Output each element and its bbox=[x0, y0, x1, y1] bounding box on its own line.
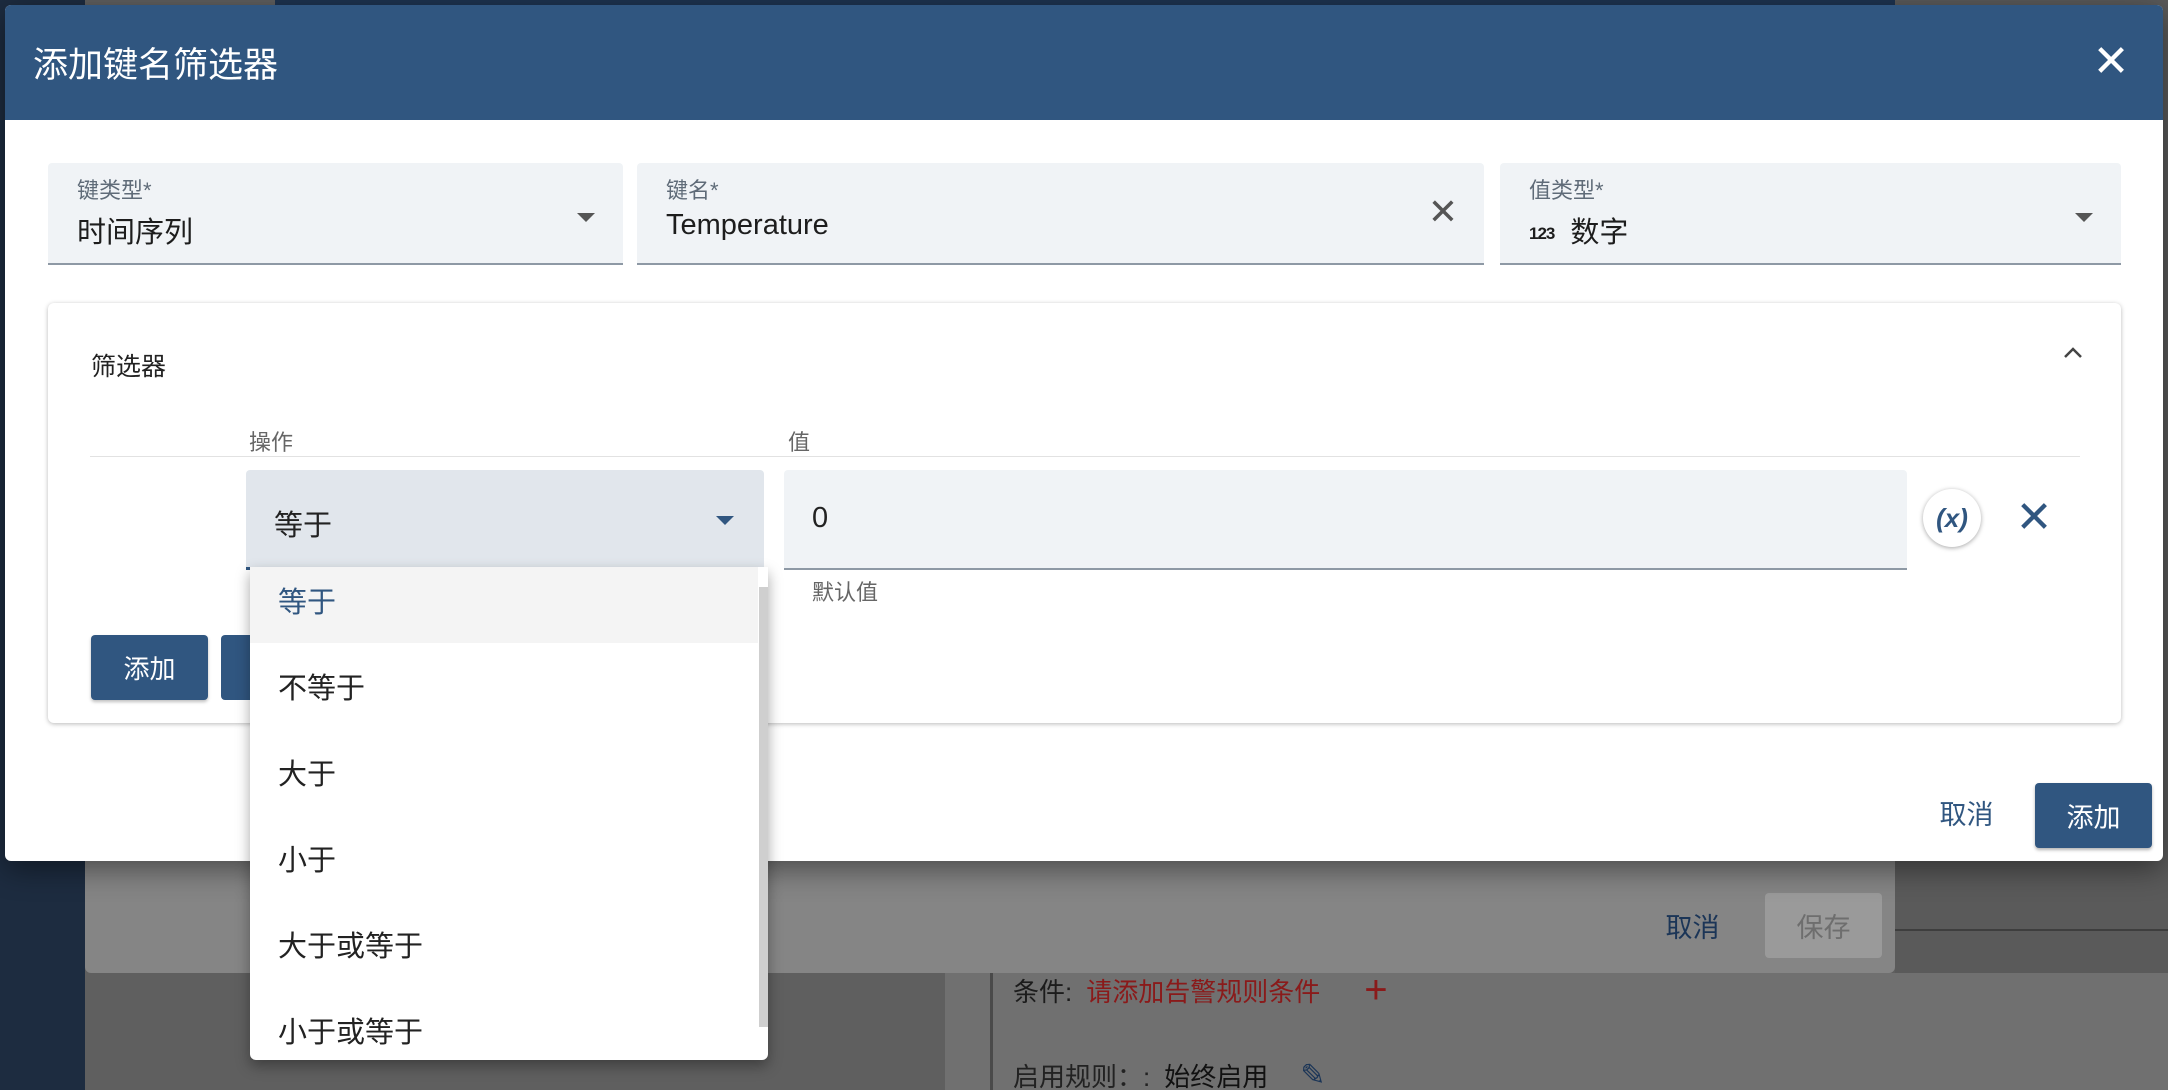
key-name-field[interactable]: 键名* Temperature ✕ bbox=[637, 163, 1484, 265]
edit-icon[interactable]: ✎ bbox=[1300, 1058, 1325, 1090]
close-icon[interactable]: ✕ bbox=[2087, 37, 2135, 86]
divider bbox=[90, 456, 2080, 457]
enable-rule-label: 启用规则：: bbox=[1013, 1061, 1151, 1090]
underlying-save-button[interactable]: 保存 bbox=[1765, 893, 1882, 958]
dialog-header: 添加键名筛选器 ✕ bbox=[5, 5, 2163, 120]
menu-option-not-equal[interactable]: 不等于 bbox=[250, 643, 758, 729]
filters-title: 筛选器 bbox=[91, 353, 167, 381]
condition-error-text[interactable]: 请添加告警规则条件 bbox=[1086, 972, 1320, 1009]
value-type-select[interactable]: 值类型* 123 数字 bbox=[1500, 163, 2121, 265]
divider bbox=[1895, 929, 2168, 931]
chevron-up-icon[interactable] bbox=[2061, 341, 2085, 365]
menu-scrollbar[interactable] bbox=[759, 587, 768, 1027]
menu-option-equal[interactable]: 等于 bbox=[250, 567, 758, 643]
value-type-value: 123 数字 bbox=[1529, 209, 1628, 251]
value-column-header: 值 bbox=[788, 430, 811, 455]
condition-label: 条件: bbox=[1013, 976, 1073, 1007]
enable-rule-row: 启用规则：: 始终启用 ✎ bbox=[1013, 1055, 1325, 1090]
key-name-value: Temperature bbox=[666, 209, 829, 241]
key-name-label: 键名* bbox=[666, 178, 719, 203]
add-button[interactable]: 添加 bbox=[2035, 783, 2152, 848]
default-value-hint: 默认值 bbox=[812, 580, 879, 605]
condition-row: 条件: 请添加告警规则条件 + bbox=[1013, 970, 1388, 1010]
clear-icon[interactable]: ✕ bbox=[1428, 191, 1458, 233]
operation-value: 等于 bbox=[274, 510, 333, 542]
operation-column-header: 操作 bbox=[249, 430, 294, 455]
chevron-down-icon bbox=[577, 213, 595, 222]
key-type-label: 键类型* bbox=[77, 178, 152, 203]
divider bbox=[990, 973, 993, 1090]
key-type-value: 时间序列 bbox=[77, 217, 194, 249]
menu-option-greater-or-equal[interactable]: 大于或等于 bbox=[250, 901, 758, 987]
dynamic-value-button[interactable]: (x) bbox=[1923, 489, 1981, 547]
menu-option-greater[interactable]: 大于 bbox=[250, 729, 758, 815]
operation-select[interactable]: 等于 bbox=[246, 470, 764, 570]
dialog-title: 添加键名筛选器 bbox=[33, 46, 279, 85]
chevron-down-icon bbox=[2075, 213, 2093, 222]
add-filter-button[interactable]: 添加 bbox=[91, 635, 208, 700]
operation-dropdown-menu: 等于 不等于 大于 小于 大于或等于 小于或等于 bbox=[250, 567, 768, 1060]
filter-value-input[interactable]: 0 bbox=[784, 470, 1907, 570]
cancel-button[interactable]: 取消 bbox=[1914, 780, 2019, 845]
key-type-select[interactable]: 键类型* 时间序列 bbox=[48, 163, 623, 265]
add-condition-icon[interactable]: + bbox=[1364, 970, 1387, 1010]
underlying-cancel-button[interactable]: 取消 bbox=[1650, 895, 1735, 955]
menu-option-less-or-equal[interactable]: 小于或等于 bbox=[250, 987, 758, 1060]
menu-option-less[interactable]: 小于 bbox=[250, 815, 758, 901]
filter-value: 0 bbox=[812, 502, 829, 534]
chevron-down-icon bbox=[716, 516, 734, 525]
enable-rule-value: 始终启用 bbox=[1164, 1061, 1269, 1090]
value-type-text: 数字 bbox=[1570, 217, 1629, 249]
value-type-label: 值类型* bbox=[1529, 178, 1604, 203]
number-type-icon: 123 bbox=[1529, 224, 1555, 243]
remove-filter-icon[interactable]: ✕ bbox=[2008, 491, 2060, 543]
